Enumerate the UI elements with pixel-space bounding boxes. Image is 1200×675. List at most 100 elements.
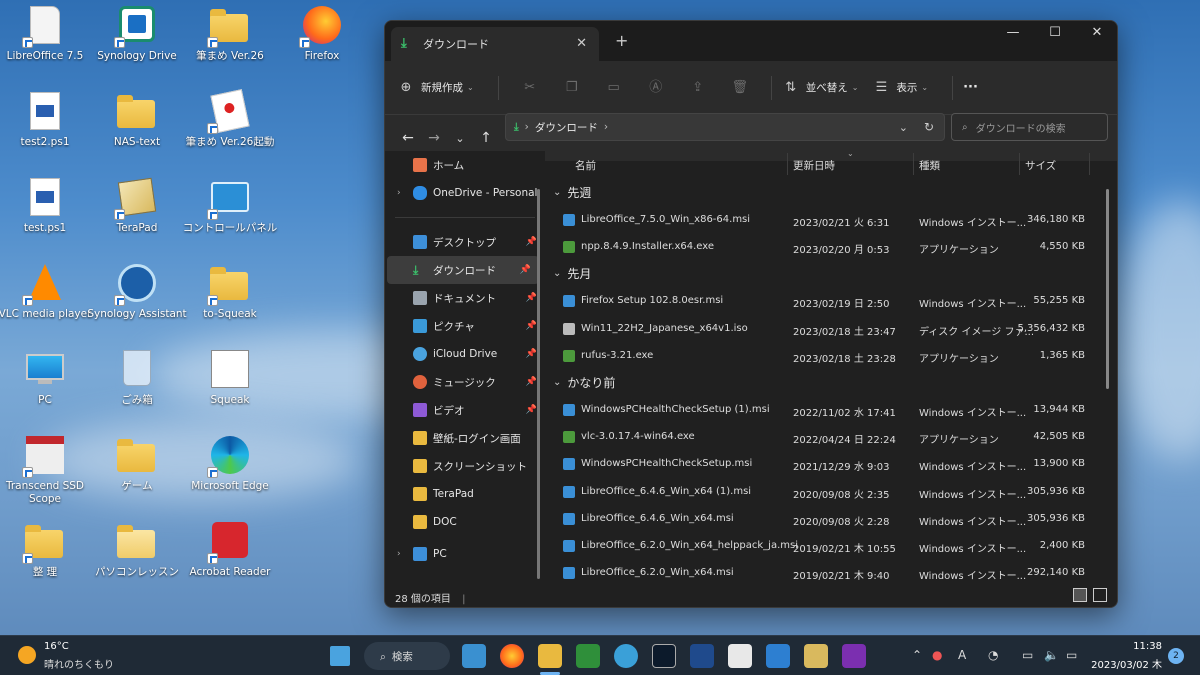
rename-icon[interactable]: Ⓐ: [647, 79, 665, 97]
weather-desc[interactable]: 晴れのちくもり: [44, 656, 114, 671]
up-arrow-icon[interactable]: ↑: [473, 130, 499, 146]
desktop-icon-synology-drive[interactable]: Synology Drive: [92, 2, 182, 86]
new-tab-button[interactable]: +: [615, 31, 628, 50]
battery-icon[interactable]: ▭: [1066, 648, 1077, 662]
powershell-taskbar-icon[interactable]: [690, 644, 714, 668]
desktop-icon-libreoffice[interactable]: LibreOffice 7.5: [0, 2, 90, 86]
file-row[interactable]: WindowsPCHealthCheckSetup.msi 2021/12/29 …: [547, 450, 1107, 477]
nav-item-downloads[interactable]: ⤓ ダウンロード 📌: [387, 256, 539, 284]
address-dropdown-icon[interactable]: ⌄: [899, 121, 908, 134]
volume-icon[interactable]: 🔈: [1044, 648, 1059, 662]
back-arrow-icon[interactable]: ←: [395, 130, 421, 146]
desktop-icon-vlc[interactable]: VLC media player: [0, 260, 91, 344]
collapse-chevron-icon[interactable]: ⌄: [553, 377, 561, 388]
breadcrumb-downloads[interactable]: ダウンロード: [535, 120, 598, 135]
desktop-icon-synology-assistant[interactable]: Synology Assistant: [87, 260, 187, 344]
desktop-icon-recycle-bin[interactable]: ごみ箱: [92, 346, 182, 430]
file-row[interactable]: Firefox Setup 102.8.0esr.msi 2023/02/19 日…: [547, 287, 1107, 314]
nav-item-desktop[interactable]: デスクトップ 📌: [385, 228, 545, 256]
show-hidden-icons-chevron-icon[interactable]: ⌃: [912, 648, 922, 662]
file-group-header[interactable]: ⌄ 先週: [547, 179, 1107, 206]
terminal-taskbar-icon[interactable]: [652, 644, 676, 668]
monitor-tray-icon[interactable]: ▭: [1022, 648, 1033, 662]
file-row[interactable]: rufus-3.21.exe 2023/02/18 土 23:28 アプリケーション…: [547, 342, 1107, 369]
nav-item-terapad-folder[interactable]: TeraPad: [385, 480, 545, 508]
maximize-button[interactable]: ☐: [1035, 25, 1075, 40]
nav-item-pc[interactable]: › PC: [385, 544, 545, 564]
desktop-icon-pc[interactable]: PC: [0, 346, 90, 430]
desktop-icon-games[interactable]: ゲーム: [92, 432, 182, 516]
file-group-header[interactable]: ⌄ 先月: [547, 260, 1107, 287]
file-row[interactable]: npp.8.4.9.Installer.x64.exe 2023/02/20 月 …: [547, 233, 1107, 260]
mail-taskbar-icon[interactable]: [766, 644, 790, 668]
details-view-icon[interactable]: [1073, 588, 1087, 602]
more-options-button[interactable]: ···: [963, 80, 978, 95]
desktop-icon-acrobat-reader[interactable]: Acrobat Reader: [185, 518, 275, 602]
taskbar-search-box[interactable]: ⌕ 検索: [364, 642, 450, 670]
nav-item-pictures[interactable]: ピクチャ 📌: [385, 312, 545, 340]
refresh-icon[interactable]: ↻: [924, 120, 934, 134]
file-row[interactable]: LibreOffice_7.5.0_Win_x86-64.msi 2023/02/…: [547, 206, 1107, 233]
view-button[interactable]: ☰ 表示 ⌄: [872, 79, 929, 97]
desktop-icon-transcend-ssd-scope[interactable]: Transcend SSD Scope: [0, 432, 90, 524]
search-box[interactable]: ⌕ ダウンロードの検索: [951, 113, 1108, 141]
column-header-size[interactable]: サイズ: [1025, 158, 1056, 173]
nav-item-wallpaper-folder[interactable]: 壁紙-ログイン画面: [385, 424, 545, 452]
column-header-date[interactable]: 更新日時: [793, 158, 835, 173]
share-icon[interactable]: ⇪: [689, 79, 707, 97]
nav-pane-scrollbar[interactable]: [537, 189, 540, 579]
recent-locations-chevron-icon[interactable]: ⌄: [447, 132, 473, 145]
copy-icon[interactable]: ❐: [563, 79, 581, 97]
close-window-button[interactable]: ✕: [1077, 25, 1117, 40]
tray-app-icon[interactable]: ●: [932, 648, 942, 662]
file-row[interactable]: LibreOffice_6.4.6_Win_x64.msi 2020/09/08 …: [547, 505, 1107, 532]
terapad-taskbar-icon[interactable]: [804, 644, 828, 668]
nav-item-icloud[interactable]: iCloud Drive 📌: [385, 340, 545, 368]
desktop-icon-seiri[interactable]: 整 理: [0, 518, 90, 602]
desktop-icon-nas-text[interactable]: NAS-text: [92, 88, 182, 172]
desktop-icon-test2-ps1[interactable]: test2.ps1: [0, 88, 90, 172]
firefox-taskbar-icon[interactable]: [500, 644, 524, 668]
file-row[interactable]: WindowsPCHealthCheckSetup (1).msi 2022/11…: [547, 396, 1107, 423]
clock-date[interactable]: 2023/03/02 木: [1086, 656, 1162, 671]
column-header-name[interactable]: 名前: [575, 158, 596, 173]
delete-icon[interactable]: 🗑: [731, 79, 749, 97]
desktop-icon-test-ps1[interactable]: test.ps1: [0, 174, 90, 258]
desktop-icon-squeak[interactable]: Squeak: [185, 346, 275, 430]
desktop-icon-terapad[interactable]: TeraPad: [92, 174, 182, 258]
tiles-view-icon[interactable]: [1093, 588, 1107, 602]
desktop-icon-fudemame[interactable]: 筆まめ Ver.26: [185, 2, 275, 86]
nav-item-screenshots-folder[interactable]: スクリーンショット: [385, 452, 545, 480]
cut-icon[interactable]: ✂: [521, 79, 539, 97]
desktop-icon-fudemame-launch[interactable]: 筆まめ Ver.26起動: [185, 88, 275, 172]
start-windows-icon[interactable]: [330, 646, 350, 666]
file-row[interactable]: LibreOffice_6.2.0_Win_x64.msi 2019/02/21 …: [547, 559, 1107, 586]
expand-chevron-icon[interactable]: ›: [397, 549, 401, 559]
paste-icon[interactable]: ▭: [605, 79, 623, 97]
collapse-chevron-icon[interactable]: ⌄: [553, 187, 561, 198]
desktop-icon-pc-lesson[interactable]: パソコンレッスン: [92, 518, 182, 602]
new-button[interactable]: ⊕ 新規作成 ⌄: [397, 79, 474, 97]
weather-temp[interactable]: 16°C: [44, 641, 69, 652]
file-row[interactable]: Win11_22H2_Japanese_x64v1.iso 2023/02/18 …: [547, 315, 1107, 342]
ime-mode-icon[interactable]: A: [958, 648, 966, 662]
column-header-type[interactable]: 種類: [919, 158, 940, 173]
clock-time[interactable]: 11:38: [1098, 641, 1162, 652]
control-panel-taskbar-icon[interactable]: [462, 644, 486, 668]
desktop-icon-control-panel[interactable]: コントロールパネル: [183, 174, 277, 258]
file-explorer-taskbar-icon[interactable]: [538, 644, 562, 668]
minimize-button[interactable]: —: [993, 25, 1033, 40]
store-taskbar-icon[interactable]: [728, 644, 752, 668]
nav-item-doc-folder[interactable]: DOC: [385, 508, 545, 536]
desktop-icon-firefox[interactable]: Firefox: [277, 2, 367, 86]
tab-downloads[interactable]: ⤓ ダウンロード ✕: [391, 27, 599, 61]
file-list-scrollbar[interactable]: [1106, 189, 1109, 389]
file-row[interactable]: LibreOffice_6.4.6_Win_x64 (1).msi 2020/09…: [547, 478, 1107, 505]
network-globe-taskbar-icon[interactable]: [614, 644, 638, 668]
nav-item-videos[interactable]: ビデオ 📌: [385, 396, 545, 424]
file-row[interactable]: LibreOffice_6.2.0_Win_x64_helppack_ja.ms…: [547, 532, 1107, 559]
onenote-taskbar-icon[interactable]: [842, 644, 866, 668]
nav-item-music[interactable]: ミュージック 📌: [385, 368, 545, 396]
nav-item-home[interactable]: ホーム: [385, 151, 545, 179]
nav-item-onedrive[interactable]: › OneDrive - Personal: [385, 179, 545, 207]
